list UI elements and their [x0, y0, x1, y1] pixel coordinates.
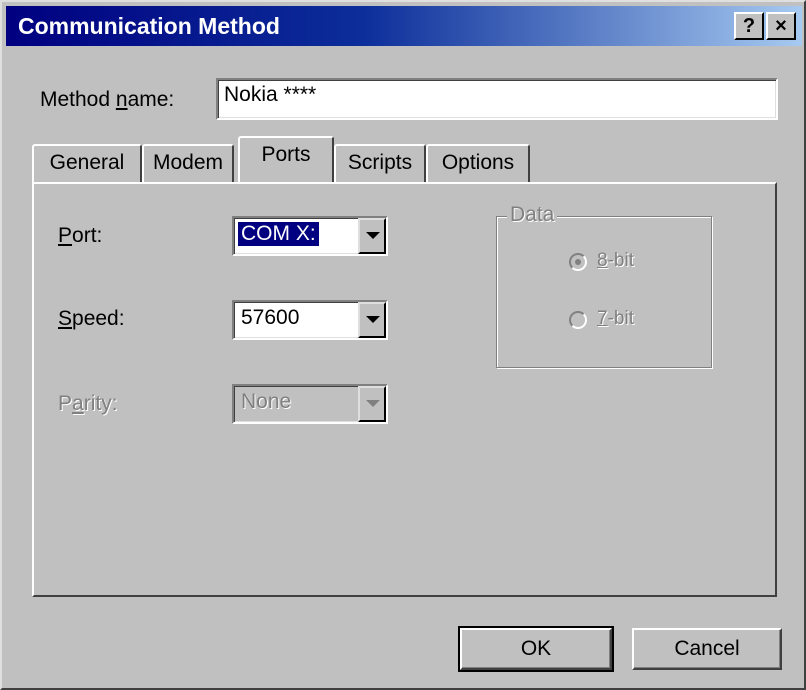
data-groupbox: Data 8-bit 7-bit	[496, 203, 712, 368]
parity-dropdown-button	[358, 386, 386, 422]
window-title: Communication Method	[18, 13, 280, 39]
chevron-down-icon	[366, 316, 380, 323]
tab-options[interactable]: Options	[426, 144, 530, 182]
data-group-title: Data	[507, 203, 558, 227]
close-icon: ×	[775, 15, 787, 37]
speed-value: 57600	[241, 306, 300, 329]
port-dropdown-button[interactable]	[358, 218, 386, 254]
parity-dropdown: None	[232, 384, 388, 424]
radio-8-bit	[569, 253, 587, 271]
radio-7-bit	[569, 311, 587, 329]
help-button[interactable]: ?	[734, 12, 764, 40]
radio-7-bit-label: 7-bit	[597, 308, 634, 329]
speed-label: Speed:	[58, 307, 125, 330]
chevron-down-icon	[366, 232, 380, 239]
title-bar[interactable]: Communication Method ? ×	[6, 6, 802, 46]
port-value: COM X:	[237, 221, 320, 247]
chevron-down-icon	[366, 400, 380, 407]
tab-ports[interactable]: Ports	[238, 136, 334, 182]
speed-dropdown-button[interactable]	[358, 302, 386, 338]
parity-label: Parity:	[58, 392, 118, 415]
method-name-label: Method name:	[40, 88, 175, 111]
close-button[interactable]: ×	[766, 12, 796, 40]
tab-scripts[interactable]: Scripts	[334, 144, 426, 182]
communication-method-dialog: Communication Method ? × Method name: No…	[0, 0, 806, 690]
radio-selected-dot	[575, 259, 581, 265]
help-icon: ?	[742, 15, 756, 37]
speed-dropdown[interactable]: 57600	[232, 300, 388, 340]
cancel-button[interactable]: Cancel	[632, 628, 782, 670]
port-label: Port:	[58, 224, 103, 247]
tab-general[interactable]: General	[32, 144, 142, 182]
method-name-value: Nokia ****	[224, 83, 317, 106]
tab-modem[interactable]: Modem	[142, 144, 234, 182]
parity-value: None	[241, 390, 292, 413]
method-name-field[interactable]: Nokia ****	[216, 78, 778, 120]
port-dropdown[interactable]: COM X:	[232, 216, 388, 256]
ok-button[interactable]: OK	[458, 626, 614, 672]
radio-8-bit-label: 8-bit	[597, 250, 634, 271]
